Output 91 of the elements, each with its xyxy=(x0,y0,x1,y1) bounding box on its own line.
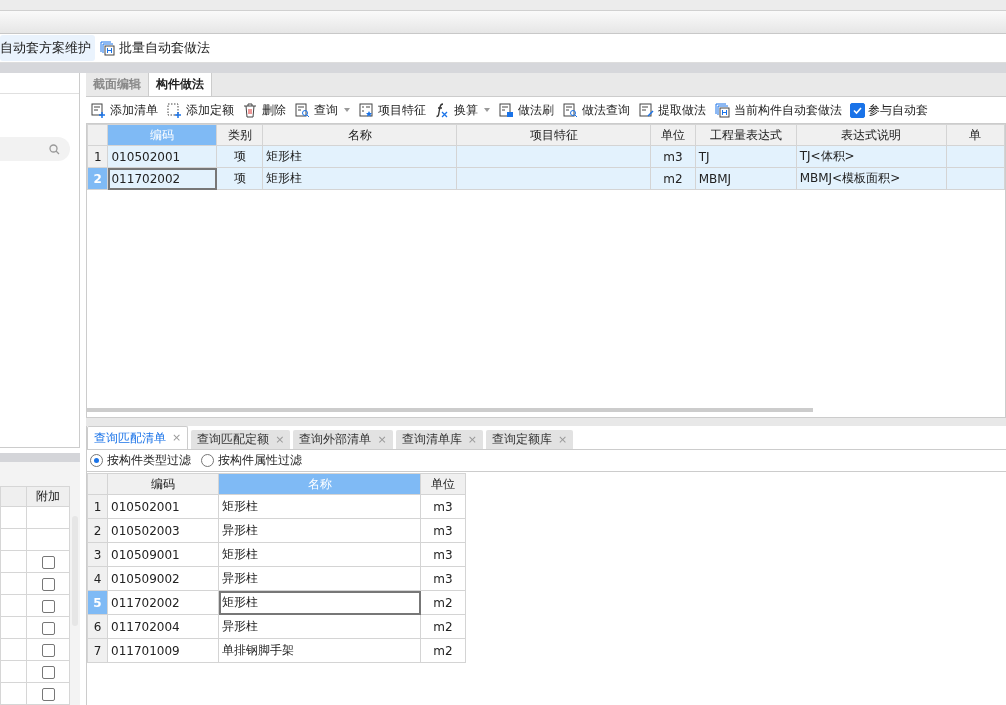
column-header[interactable]: 工程量表达式 xyxy=(695,124,797,146)
column-header[interactable]: 项目特征 xyxy=(457,124,651,146)
table-cell: MBMJ<模板面积> xyxy=(799,171,901,185)
column-header[interactable]: 表达式说明 xyxy=(796,124,947,146)
checkbox[interactable] xyxy=(41,599,55,613)
table-cell: MBMJ xyxy=(698,171,732,186)
row-number[interactable]: 3 xyxy=(87,542,108,567)
scrollbar[interactable] xyxy=(87,408,813,412)
table-cell: m2 xyxy=(663,171,683,186)
table-cell: 011702002 xyxy=(111,171,181,186)
table-cell: 011702002 xyxy=(111,595,180,610)
tab[interactable]: 查询匹配定额 × xyxy=(191,430,291,449)
table-cell: m2 xyxy=(433,643,453,658)
search-icon xyxy=(49,143,60,155)
stacked-h-icon xyxy=(714,102,730,118)
row-number[interactable]: 4 xyxy=(87,566,108,591)
row-number[interactable]: 7 xyxy=(87,638,108,663)
list-search-icon xyxy=(562,102,578,118)
checkbox[interactable] xyxy=(41,643,55,657)
table-cell: 异形柱 xyxy=(222,571,258,585)
checkbox[interactable] xyxy=(41,555,55,569)
fx-icon xyxy=(434,102,450,118)
table-cell: 矩形柱 xyxy=(222,499,258,513)
toolbar-button[interactable]: 提取做法 xyxy=(638,101,706,119)
toolbar-button[interactable]: 删除 xyxy=(242,101,286,119)
list-brush-icon xyxy=(498,102,514,118)
table-cell: 异形柱 xyxy=(222,619,258,633)
table-cell: 项 xyxy=(233,171,246,185)
table-cell: 矩形柱 xyxy=(222,595,258,609)
table-cell: TJ<体积> xyxy=(799,149,855,163)
tab[interactable]: 查询匹配清单 × xyxy=(87,426,189,449)
toolbar-button[interactable]: 自动套方案维护 xyxy=(0,35,95,61)
tab[interactable]: 查询清单库 × xyxy=(395,430,483,449)
table-cell: m2 xyxy=(433,595,453,610)
toolbar-button[interactable]: 换算 xyxy=(434,101,490,119)
table-cell: 010509001 xyxy=(111,547,180,562)
table-cell: 011701009 xyxy=(111,643,180,658)
trash-icon xyxy=(242,102,258,118)
table-cell: 011702004 xyxy=(111,619,180,634)
dotted-add-icon xyxy=(166,102,182,118)
tab[interactable]: 查询定额库 × xyxy=(485,430,574,449)
list-add-icon xyxy=(90,102,106,118)
table-cell: 单排钢脚手架 xyxy=(222,643,294,657)
table-cell: 项 xyxy=(233,149,246,163)
column-header: 附加 xyxy=(26,486,70,507)
checkbox[interactable] xyxy=(41,687,55,701)
column-header[interactable]: 单位 xyxy=(650,124,696,146)
checkbox[interactable] xyxy=(41,621,55,635)
table-cell: 010502003 xyxy=(111,523,180,538)
table-cell: m3 xyxy=(433,571,453,586)
table-cell: 010509002 xyxy=(111,571,180,586)
table-cell: m3 xyxy=(433,523,453,538)
table-cell: 010502001 xyxy=(111,499,180,514)
stacked-h-icon xyxy=(99,40,115,56)
table-cell: 矩形柱 xyxy=(266,171,303,185)
search-field[interactable] xyxy=(0,137,70,161)
table-cell: 矩形柱 xyxy=(266,149,303,163)
table-cell: m3 xyxy=(663,149,683,164)
list-search-icon xyxy=(294,102,310,118)
table-cell: m3 xyxy=(433,547,453,562)
toolbar-button[interactable]: 项目特征 xyxy=(358,101,426,119)
row-number[interactable]: 2 xyxy=(87,518,108,543)
toolbar-button[interactable]: 查询 xyxy=(294,101,350,119)
column-header[interactable]: 编码 xyxy=(107,473,219,495)
radio-button[interactable]: 按构件属性过滤 xyxy=(201,452,302,469)
checkbox[interactable] xyxy=(41,577,55,591)
checkbox[interactable]: 参与自动套 xyxy=(850,101,928,119)
column-header[interactable]: 名称 xyxy=(262,124,457,146)
toolbar-button[interactable]: 添加定额 xyxy=(166,101,234,119)
toolbar-button[interactable]: 做法查询 xyxy=(562,101,630,119)
table-cell: TJ xyxy=(698,149,710,164)
column-header[interactable]: 类别 xyxy=(216,124,263,146)
checkbox[interactable] xyxy=(41,665,55,679)
toolbar-button[interactable]: 批量自动套做法 xyxy=(99,35,214,61)
table-cell: m2 xyxy=(433,619,453,634)
table-cell: m3 xyxy=(433,499,453,514)
table-cell: 矩形柱 xyxy=(222,547,258,561)
row-number[interactable]: 6 xyxy=(87,614,108,639)
radio-button[interactable]: 按构件类型过滤 xyxy=(90,452,191,469)
toolbar-button[interactable]: 添加清单 xyxy=(90,101,158,119)
row-number[interactable]: 1 xyxy=(87,494,108,519)
tab[interactable]: 构件做法 xyxy=(149,73,212,96)
row-number[interactable]: 1 xyxy=(87,145,108,168)
toolbar-button[interactable]: 当前构件自动套做法 xyxy=(714,101,842,119)
table-cell: 010502001 xyxy=(111,149,181,164)
column-header[interactable]: 单位 xyxy=(420,473,466,495)
list-pen-icon xyxy=(638,102,654,118)
column-header[interactable]: 单 xyxy=(946,124,1005,146)
tab[interactable]: 查询外部清单 × xyxy=(293,430,393,449)
toolbar-button[interactable]: 做法刷 xyxy=(498,101,554,119)
table-cell: 异形柱 xyxy=(222,523,258,537)
